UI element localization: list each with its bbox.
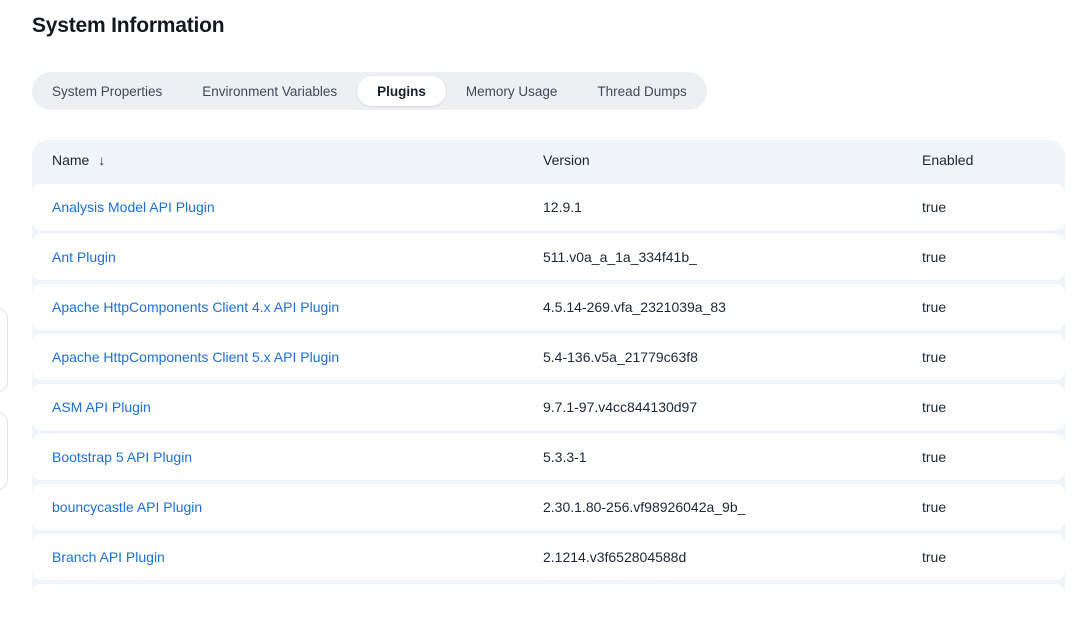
tab-environment-variables[interactable]: Environment Variables [182, 72, 357, 110]
plugin-version: 511.v0a_a_1a_334f41b_ [543, 249, 922, 265]
tab-system-properties[interactable]: System Properties [32, 72, 182, 110]
plugin-version: 2.1214.v3f652804588d [543, 549, 922, 565]
plugin-enabled: true [922, 399, 1065, 415]
column-header-name-label: Name [52, 152, 89, 168]
plugin-link[interactable]: Apache HttpComponents Client 4.x API Plu… [52, 299, 339, 315]
section-tabbar: System Properties Environment Variables … [32, 72, 707, 110]
table-row: Apache HttpComponents Client 4.x API Plu… [32, 284, 1065, 330]
plugin-link[interactable]: bouncycastle API Plugin [52, 499, 202, 515]
plugin-version: 9.7.1-97.v4cc844130d97 [543, 399, 922, 415]
table-row: bouncycastle API Plugin 2.30.1.80-256.vf… [32, 484, 1065, 530]
plugin-enabled: true [922, 499, 1065, 515]
plugin-link[interactable]: Ant Plugin [52, 249, 116, 265]
plugins-table: Name ↓ Version Enabled Analysis Model AP… [32, 140, 1065, 630]
plugin-version: 5.4-136.v5a_21779c63f8 [543, 349, 922, 365]
table-row: Apache HttpComponents Client 5.x API Plu… [32, 334, 1065, 380]
cutoff-panel-outline-bottom [0, 412, 8, 490]
tab-memory-usage[interactable]: Memory Usage [446, 72, 578, 110]
column-header-name[interactable]: Name ↓ [52, 152, 543, 168]
table-row-partial [32, 584, 1065, 630]
tab-plugins[interactable]: Plugins [357, 76, 446, 106]
plugin-link[interactable]: ASM API Plugin [52, 399, 151, 415]
plugin-version: 12.9.1 [543, 199, 922, 215]
plugin-link[interactable]: Apache HttpComponents Client 5.x API Plu… [52, 349, 339, 365]
cutoff-panel-outline-top [0, 308, 8, 392]
table-row: Branch API Plugin 2.1214.v3f652804588d t… [32, 534, 1065, 580]
column-header-version-label: Version [543, 152, 590, 168]
plugin-link[interactable]: Bootstrap 5 API Plugin [52, 449, 192, 465]
table-header-row: Name ↓ Version Enabled [32, 140, 1065, 180]
column-header-enabled-label: Enabled [922, 152, 973, 168]
column-header-version[interactable]: Version [543, 152, 922, 168]
plugin-link[interactable]: Analysis Model API Plugin [52, 199, 215, 215]
plugin-enabled: true [922, 299, 1065, 315]
table-row: ASM API Plugin 9.7.1-97.v4cc844130d97 tr… [32, 384, 1065, 430]
page-title: System Information [32, 14, 224, 38]
plugin-enabled: true [922, 249, 1065, 265]
column-header-enabled[interactable]: Enabled [922, 152, 1065, 168]
plugin-enabled: true [922, 449, 1065, 465]
plugin-version: 4.5.14-269.vfa_2321039a_83 [543, 299, 922, 315]
tab-thread-dumps[interactable]: Thread Dumps [577, 72, 706, 110]
plugin-enabled: true [922, 349, 1065, 365]
table-row: Bootstrap 5 API Plugin 5.3.3-1 true [32, 434, 1065, 480]
plugin-enabled: true [922, 199, 1065, 215]
plugin-link[interactable]: Branch API Plugin [52, 549, 165, 565]
table-row: Analysis Model API Plugin 12.9.1 true [32, 184, 1065, 230]
table-row: Ant Plugin 511.v0a_a_1a_334f41b_ true [32, 234, 1065, 280]
plugin-version: 2.30.1.80-256.vf98926042a_9b_ [543, 499, 922, 515]
sort-descending-icon: ↓ [98, 152, 105, 168]
plugin-version: 5.3.3-1 [543, 449, 922, 465]
plugin-enabled: true [922, 549, 1065, 565]
